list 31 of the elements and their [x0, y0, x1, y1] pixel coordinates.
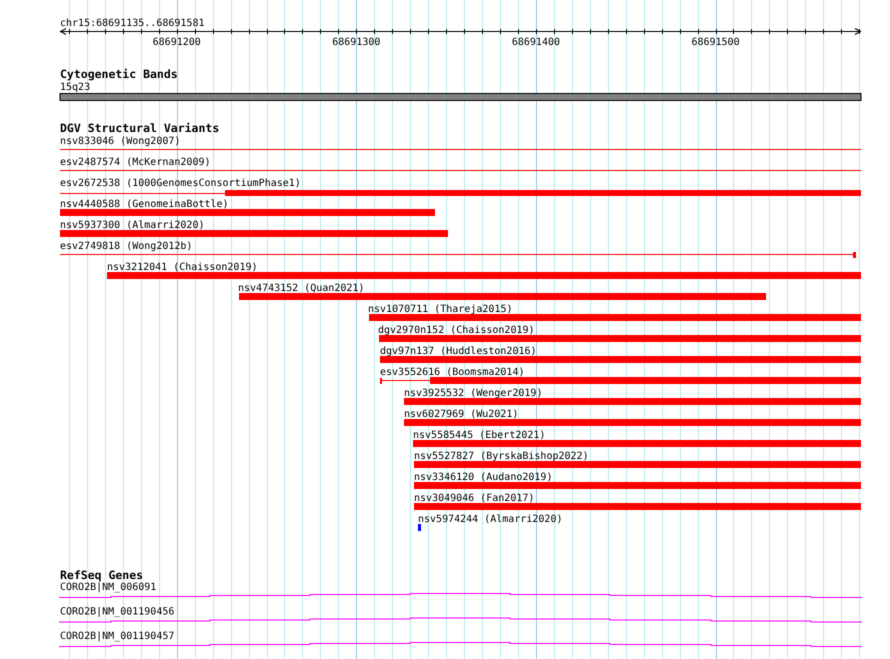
- track-title: RefSeq Genes: [60, 568, 144, 582]
- tick-label: 68691300: [332, 37, 380, 48]
- variant-label: nsv6027969 (Wu2021): [404, 409, 518, 420]
- transcript-label: CORO2B|NM_001190457: [60, 631, 174, 642]
- band-label: 15q23: [60, 82, 90, 93]
- track-title: Cytogenetic Bands: [60, 67, 178, 81]
- tick-label: 68691500: [691, 37, 740, 48]
- variant-label: nsv4743152 (Quan2021): [238, 283, 364, 294]
- transcript-label: CORO2B|NM_001190456: [60, 606, 174, 618]
- variant-label: dgv97n137 (Huddleston2016): [380, 346, 537, 357]
- tick-label: 68691200: [152, 37, 201, 48]
- variant-label: nsv1070711 (Thareja2015): [368, 304, 512, 315]
- transcript-label: CORO2B|NM_006091: [60, 582, 156, 593]
- variant-label: nsv3346120 (Audano2019): [414, 472, 552, 483]
- variant-label: esv2749818 (Wong2012b): [60, 241, 192, 252]
- variant-label: nsv5527827 (ByrskaBishop2022): [414, 451, 589, 462]
- variant-label: nsv5937300 (Almarri2020): [60, 220, 204, 231]
- variant-label: nsv4440588 (GenomeinaBottle): [60, 199, 229, 210]
- variant-label: nsv5585445 (Ebert2021): [413, 430, 546, 441]
- location-label: chr15:68691135..68691581: [60, 18, 204, 29]
- track-title: DGV Structural Variants: [60, 121, 220, 135]
- variant-label: nsv3049046 (Fan2017): [414, 493, 534, 504]
- variant-label: esv2672538 (1000GenomesConsortiumPhase1): [60, 178, 301, 189]
- tick-label: 68691400: [512, 37, 560, 48]
- variant-label: nsv5974244 (Almarri2020): [418, 514, 562, 525]
- variant-label: dgv2970n152 (Chaisson2019): [378, 325, 535, 336]
- variant-label: nsv3212041 (Chaisson2019): [107, 262, 258, 273]
- variant-label: esv2487574 (McKernan2009): [60, 157, 211, 168]
- variant-label: nsv3925532 (Wenger2019): [404, 388, 542, 399]
- variant-label: nsv833046 (Wong2007): [60, 136, 180, 147]
- variant-label: esv3552616 (Boomsma2014): [380, 367, 524, 378]
